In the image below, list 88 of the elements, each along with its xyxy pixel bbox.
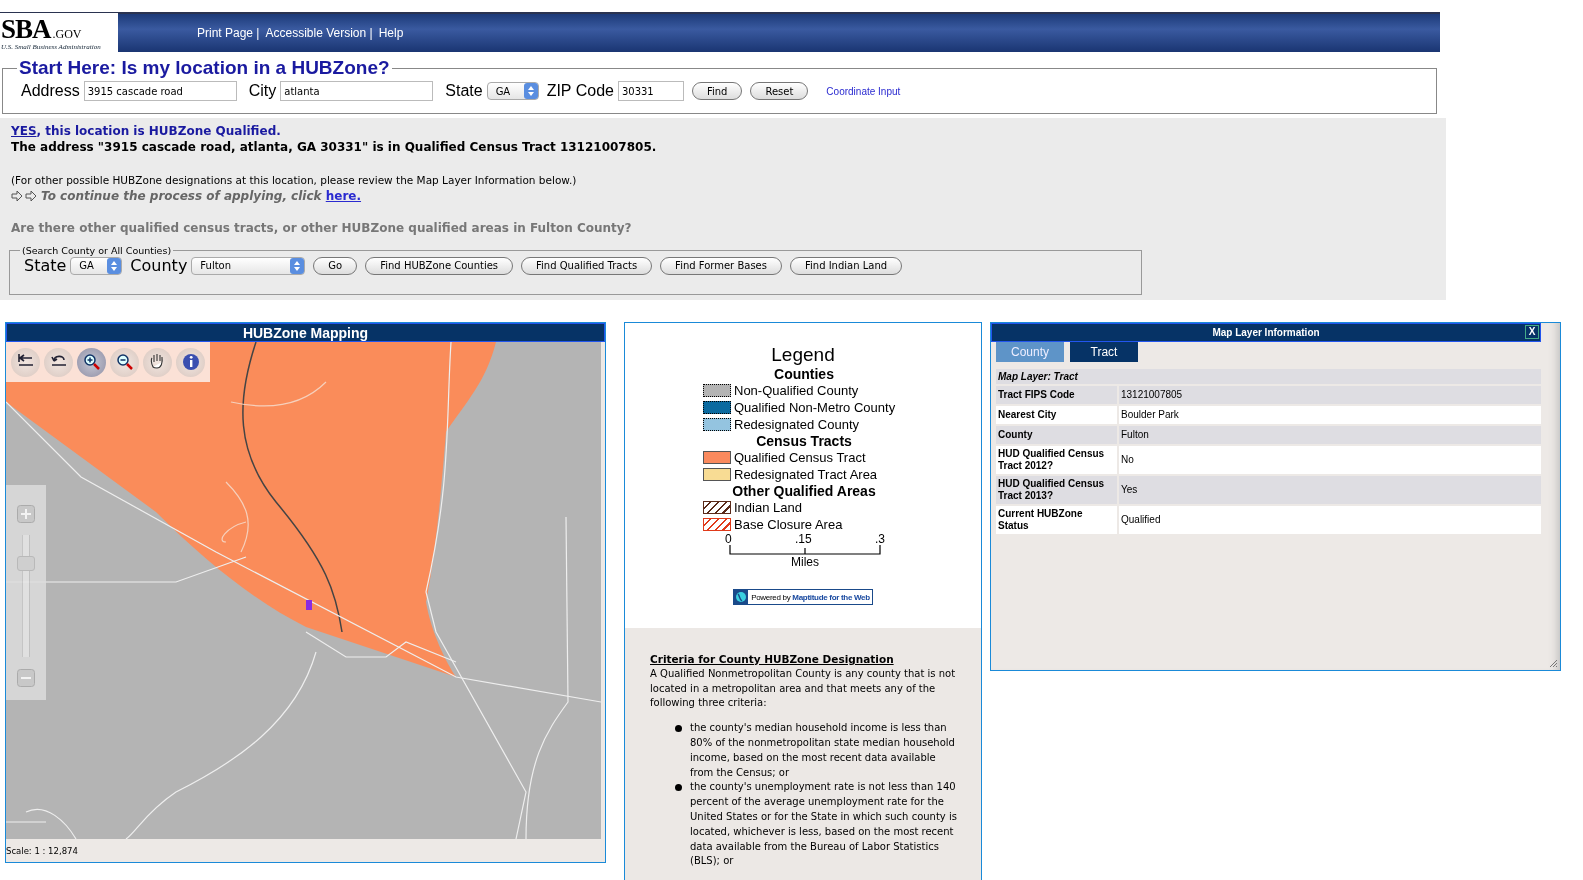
slider-thumb[interactable] — [17, 556, 35, 572]
header-link[interactable]: Accessible Version | — [265, 26, 373, 40]
coordinate-input-link[interactable]: Coordinate Input — [826, 85, 901, 97]
search-button[interactable]: Go — [313, 256, 358, 275]
input-field[interactable]: 3915 cascade road — [83, 81, 237, 101]
dropdown-arrows-icon — [523, 83, 538, 99]
scale-tick-label: .3 — [874, 533, 885, 545]
question-text: Are there other qualified census tracts, or other HUBZone qualified areas in Fulton County? — [11, 221, 633, 235]
answer-text: YES, this location is HUBZone Qualified. — [11, 124, 282, 138]
field-label: County — [130, 256, 188, 275]
field-label: City — [248, 82, 277, 100]
input-field[interactable]: 30331 — [617, 81, 684, 101]
panel-title: HUBZone Mapping — [6, 323, 605, 342]
full-extent-tool-icon[interactable] — [11, 347, 40, 377]
county-select[interactable]: Fulton — [191, 256, 306, 275]
zoom-out-tool-icon[interactable] — [110, 347, 139, 377]
globe-icon — [734, 590, 749, 604]
continue-text: To continue the process of applying, click here. — [41, 189, 362, 203]
table-cell: Tract FIPS Code — [996, 386, 1117, 404]
search-button[interactable]: Find HUBZone Counties — [365, 256, 514, 275]
table-cell: HUD Qualified Census Tract 2012? — [996, 446, 1117, 474]
input-field[interactable]: atlanta — [280, 81, 434, 101]
state-select[interactable]: GA — [486, 82, 539, 100]
panel-legend: (Search County or All Counties) — [20, 245, 174, 256]
resize-grip-icon — [1548, 658, 1558, 668]
table-cell: Fulton — [1119, 426, 1541, 444]
table-cell: County — [996, 426, 1117, 444]
search-button[interactable]: Find Former Bases — [660, 256, 782, 275]
criteria-heading: Criteria for County HUBZone Designation — [650, 652, 895, 667]
legend-label: Redesignated County — [734, 417, 860, 432]
table-cell: Boulder Park — [1119, 406, 1541, 424]
table-cell: 13121007805 — [1119, 386, 1541, 404]
criteria-paragraph: A Qualified Nonmetropolitan County is any county that is not located in a metropolitan area and that meets any of the following three criteria: — [650, 666, 957, 711]
legend-label: Non-Qualified County — [734, 383, 859, 398]
dropdown-arrows-icon — [107, 257, 122, 274]
scale-unit-label: Miles — [791, 555, 819, 569]
search-button[interactable]: Find Indian Land — [790, 256, 903, 275]
table-cell: No — [1119, 446, 1541, 474]
form-button[interactable]: Reset — [750, 82, 809, 100]
arrow-icon — [25, 190, 37, 202]
form-button[interactable]: Find — [691, 82, 743, 100]
header-link[interactable]: Help — [378, 26, 404, 40]
search-button[interactable]: Find Qualified Tracts — [521, 256, 653, 275]
legend-label: Indian Land — [734, 500, 802, 515]
header-link[interactable]: Print Page | — [197, 26, 260, 40]
yes-link[interactable]: YES — [11, 124, 37, 138]
form-heading: Start Here: Is my location in a HUBZone? — [18, 57, 391, 79]
map-scale-text: Scale: 1 : 12,874 — [6, 845, 78, 856]
field-label: ZIP Code — [546, 82, 614, 100]
field-label: Address — [21, 82, 80, 100]
table-cell: Current HUBZone Status — [996, 506, 1117, 534]
criteria-item-text: the county's unemployment rate is not less than 140 percent of the average unemployment rate for the United States or for the State in which such county is located, whichever is less, based on the most recent data available from the Bureau of Labor Statistics (BLS); or — [690, 780, 958, 869]
note-text: (For other possible HUBZone designations at this location, please review the Map Layer Information below.) — [11, 174, 578, 186]
legend-heading: Census Tracts — [756, 433, 852, 449]
legend-label: Redesignated Tract Area — [734, 467, 878, 482]
zoom-out-icon — [17, 669, 35, 687]
address-result-text: The address "3915 cascade road, atlanta, GA 30331" is in Qualified Census Tract 13121007805. — [11, 140, 658, 154]
zoom-in-tool-icon[interactable] — [77, 347, 106, 377]
legend-heading: Counties — [774, 366, 834, 382]
field-label: State — [24, 256, 67, 275]
bullet-icon — [675, 725, 682, 733]
legend-label: Qualified Census Tract — [734, 450, 866, 465]
powered-by-badge[interactable]: Powered by Maptitude for the Web — [733, 589, 873, 605]
bullet-icon — [675, 784, 682, 792]
legend-heading: Other Qualified Areas — [732, 483, 876, 499]
panel-title: Map Layer Information — [1212, 325, 1320, 340]
table-caption: Map Layer: Tract — [996, 369, 1541, 384]
pan-tool-icon[interactable] — [143, 347, 172, 377]
layer-tab[interactable]: Tract — [1070, 342, 1138, 362]
table-cell: HUD Qualified Census Tract 2013? — [996, 476, 1117, 504]
arrow-icon — [11, 190, 23, 202]
close-button[interactable]: X — [1525, 325, 1539, 339]
legend-label: Qualified Non-Metro County — [734, 400, 896, 415]
table-cell: Nearest City — [996, 406, 1117, 424]
previous-tool-icon[interactable] — [44, 347, 73, 377]
info-tool-icon[interactable] — [176, 347, 205, 377]
field-label: State — [445, 82, 483, 100]
state-select[interactable]: GA — [70, 256, 123, 275]
legend-label: Base Closure Area — [734, 517, 843, 532]
dropdown-arrows-icon — [290, 257, 305, 274]
zoom-in-icon — [17, 505, 35, 523]
scale-tick-label: 0 — [725, 533, 732, 545]
powered-by-text: Powered by Maptitude for the Web — [751, 592, 870, 602]
table-cell: Qualified — [1119, 506, 1541, 534]
legend-title: Legend — [771, 344, 835, 366]
scale-tick-label: .15 — [795, 533, 812, 545]
table-cell: Yes — [1119, 476, 1541, 504]
here-link[interactable]: here. — [325, 189, 362, 203]
